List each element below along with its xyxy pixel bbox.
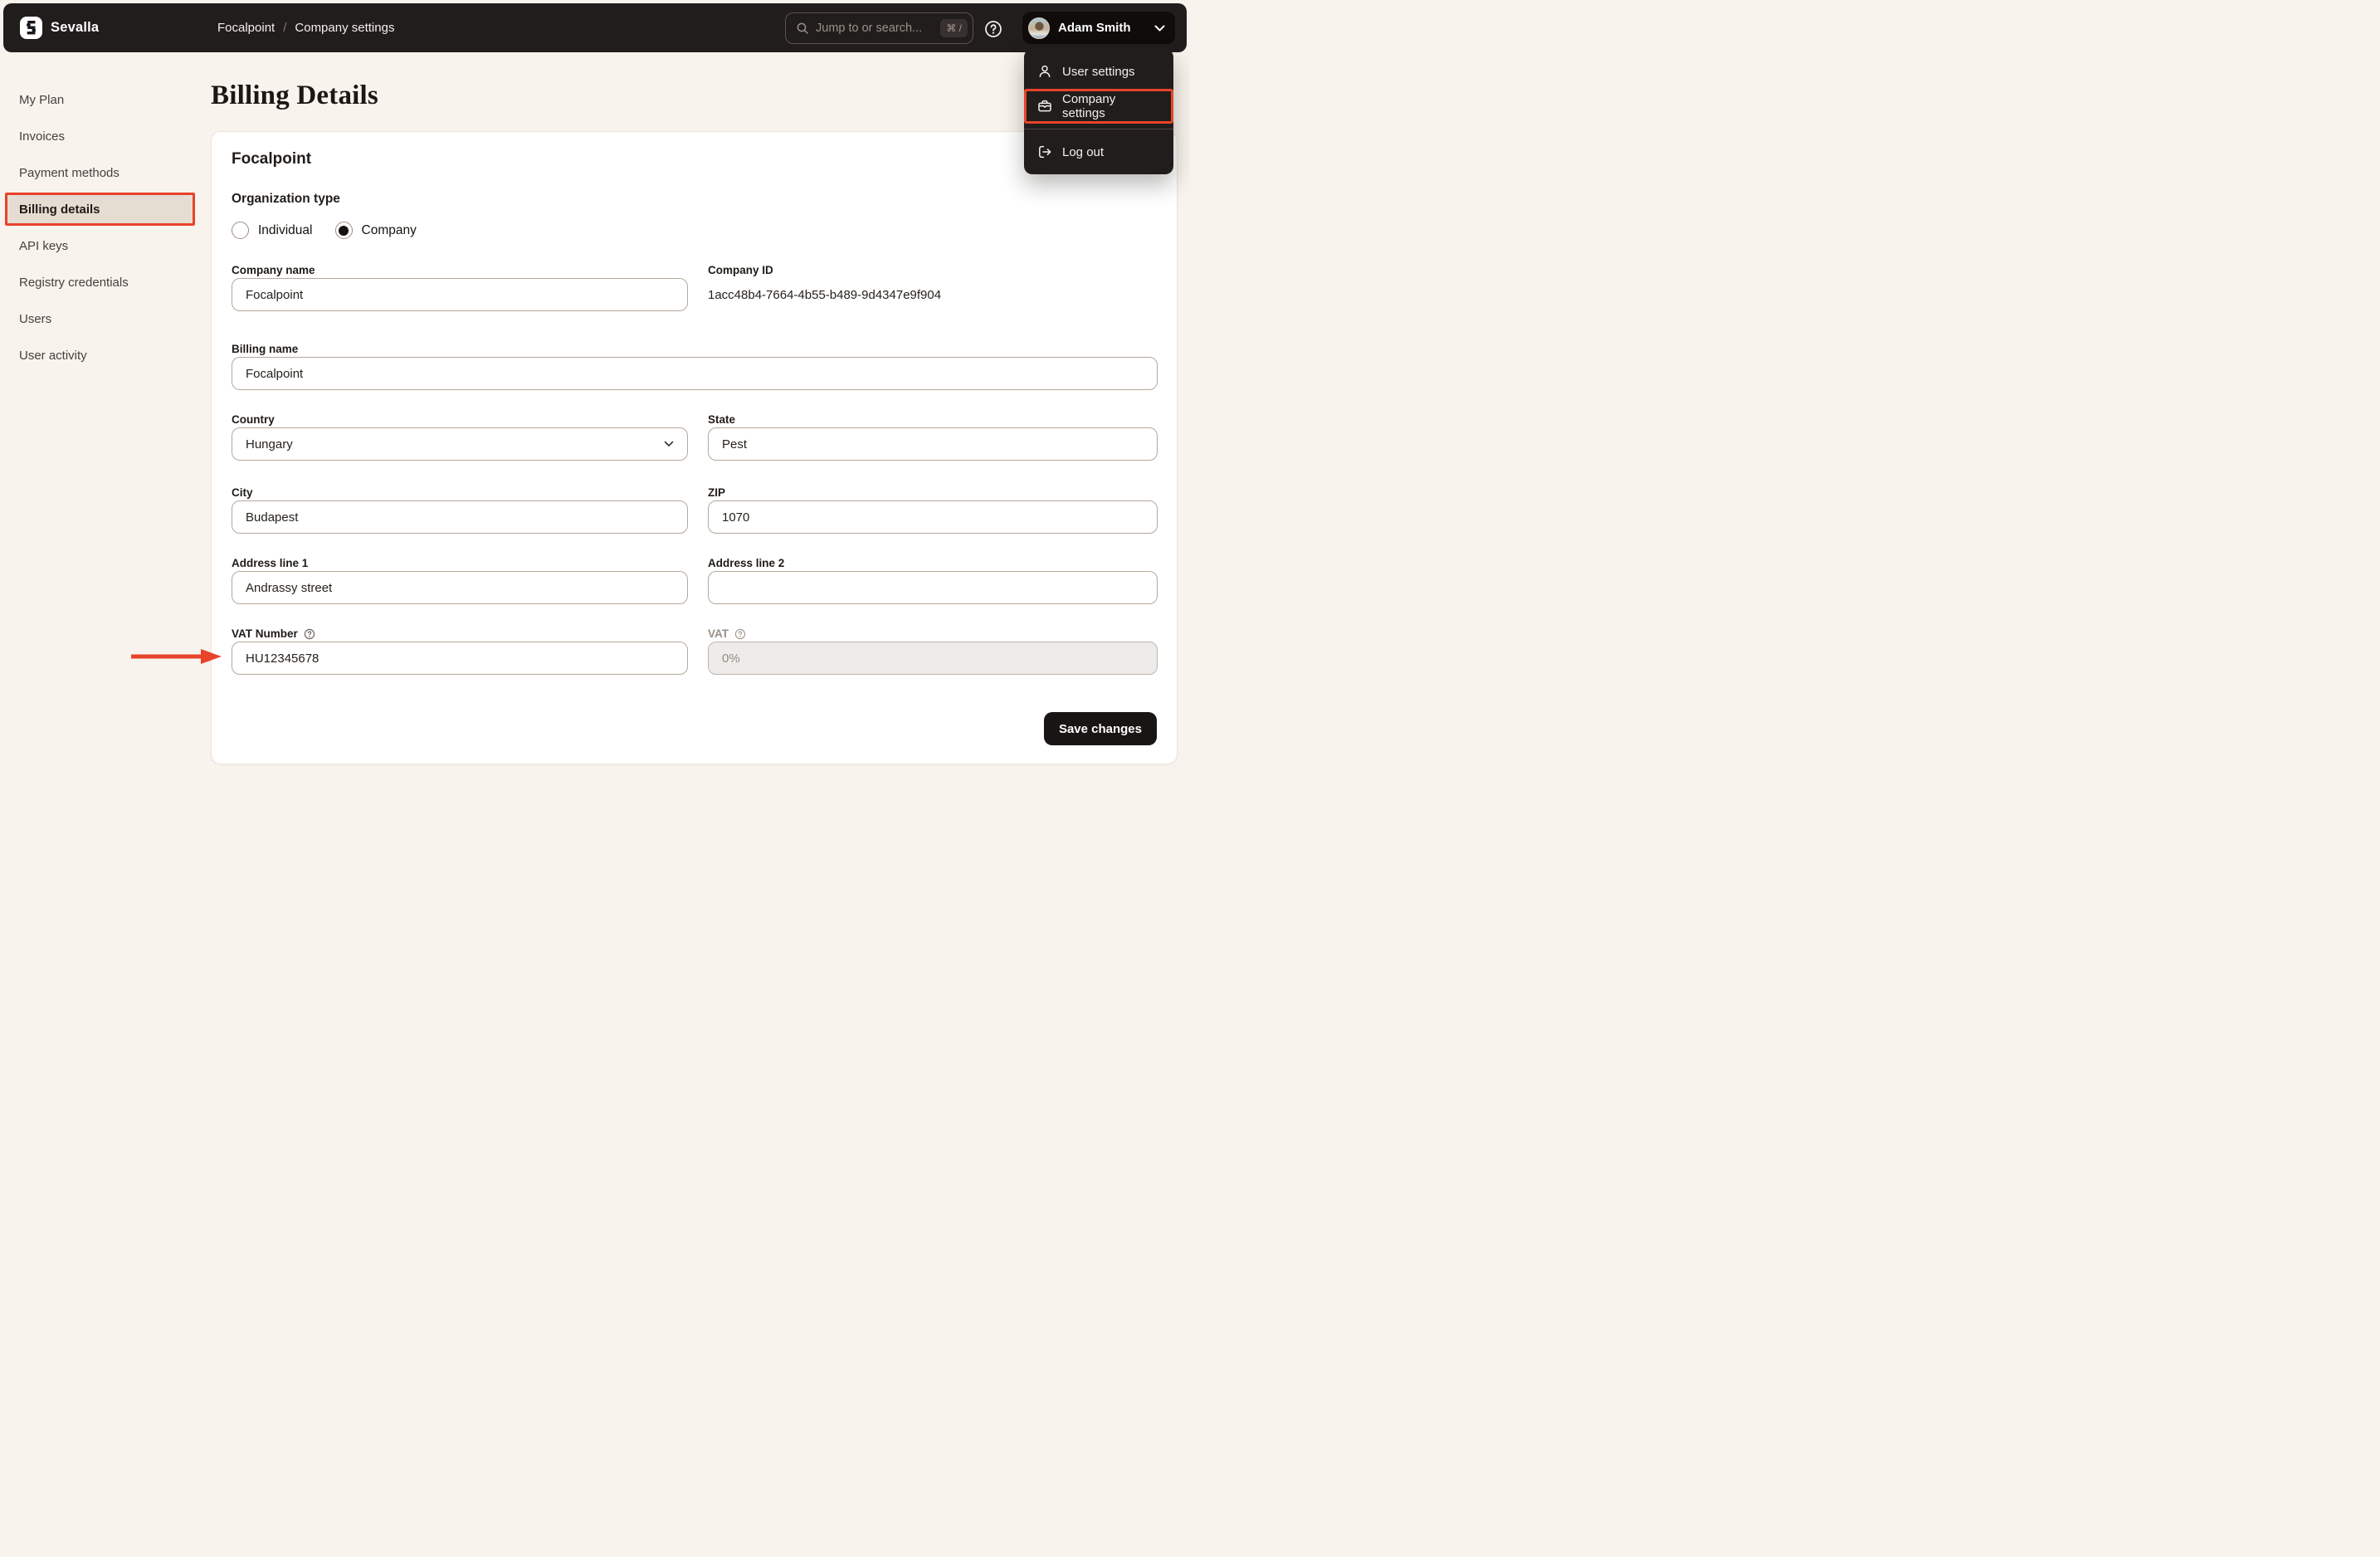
chevron-down-icon <box>664 441 674 447</box>
menu-item-label: Log out <box>1062 144 1105 159</box>
sevalla-logo-icon <box>20 17 42 39</box>
topbar: Sevalla Focalpoint / Company settings Ju… <box>3 3 1187 52</box>
country-select[interactable]: Hungary <box>232 427 688 461</box>
sidebar-item-user-activity[interactable]: User activity <box>5 339 195 372</box>
breadcrumb-separator: / <box>283 21 287 35</box>
briefcase-icon <box>1038 100 1051 112</box>
breadcrumb-parent[interactable]: Focalpoint <box>217 21 275 35</box>
search-placeholder: Jump to or search... <box>816 22 923 35</box>
organization-type-radio-group: Individual Company <box>232 222 417 239</box>
organization-type-label: Organization type <box>232 192 340 206</box>
question-circle-icon[interactable] <box>734 628 746 640</box>
menu-item-log-out[interactable]: Log out <box>1024 134 1173 169</box>
address-line-2-input[interactable] <box>708 571 1158 604</box>
billing-details-page: Sevalla Focalpoint / Company settings Ju… <box>0 0 1190 778</box>
billing-name-input[interactable]: Focalpoint <box>232 357 1158 390</box>
radio-dot <box>339 225 349 236</box>
annotation-arrow-icon <box>131 649 222 664</box>
sidebar-item-payment-methods[interactable]: Payment methods <box>5 156 195 189</box>
radio-company[interactable]: Company <box>334 222 417 239</box>
save-changes-button[interactable]: Save changes <box>1043 712 1157 745</box>
search-shortcut-badge: ⌘ / <box>940 19 968 37</box>
billing-name-label: Billing name <box>232 343 299 355</box>
pixel-s-glyph <box>27 21 36 35</box>
brand-name: Sevalla <box>51 20 100 35</box>
company-id-value: 1acc48b4-7664-4b55-b489-9d4347e9f904 <box>708 288 942 302</box>
menu-item-label: Company settings <box>1062 92 1116 120</box>
address-line-1-input[interactable]: Andrassy street <box>232 571 688 604</box>
help-icon <box>985 21 1002 37</box>
radio-circle-checked <box>334 222 353 239</box>
address-line-2-label: Address line 2 <box>708 557 785 569</box>
user-menu-trigger[interactable]: Adam Smith <box>1022 12 1175 44</box>
zip-label: ZIP <box>708 486 726 499</box>
vat-number-input[interactable]: HU12345678 <box>232 642 688 675</box>
breadcrumb: Focalpoint / Company settings <box>217 3 394 52</box>
state-label: State <box>708 413 736 426</box>
address-line-1-label: Address line 1 <box>232 557 309 569</box>
sidebar-item-my-plan[interactable]: My Plan <box>5 83 195 116</box>
user-icon <box>1039 65 1051 77</box>
question-circle-icon[interactable] <box>304 628 315 640</box>
radio-label: Company <box>361 222 417 237</box>
menu-item-label: User settings <box>1062 64 1135 79</box>
radio-circle-unchecked <box>232 222 249 239</box>
sidebar-item-users[interactable]: Users <box>5 302 195 335</box>
sidebar-item-api-keys[interactable]: API keys <box>5 229 195 262</box>
billing-details-card: Focalpoint Organization type Individual … <box>211 131 1178 764</box>
vat-input-disabled: 0% <box>708 642 1158 675</box>
avatar <box>1028 17 1050 39</box>
sidebar-item-billing-details[interactable]: Billing details <box>5 193 195 226</box>
help-button[interactable] <box>984 20 1002 38</box>
vat-number-label-text: VAT Number <box>232 627 298 640</box>
zip-input[interactable]: 1070 <box>708 500 1158 534</box>
company-name-label: Company name <box>232 264 315 276</box>
country-value: Hungary <box>246 437 293 451</box>
brand[interactable]: Sevalla <box>20 3 99 52</box>
search-input[interactable]: Jump to or search... ⌘ / <box>785 12 973 44</box>
chevron-down-icon <box>1154 25 1165 31</box>
vat-label: VAT <box>708 627 1158 640</box>
radio-label: Individual <box>258 222 313 237</box>
logout-icon <box>1039 145 1051 159</box>
menu-item-user-settings[interactable]: User settings <box>1024 54 1173 89</box>
sidebar-item-invoices[interactable]: Invoices <box>5 120 195 153</box>
sidebar: My Plan Invoices Payment methods Billing… <box>0 83 212 375</box>
city-input[interactable]: Budapest <box>232 500 688 534</box>
city-label: City <box>232 486 253 499</box>
company-title: Focalpoint <box>232 150 312 168</box>
vat-number-label: VAT Number <box>232 627 688 640</box>
country-label: Country <box>232 413 275 426</box>
search-icon <box>797 22 808 34</box>
vat-label-text: VAT <box>708 627 729 640</box>
menu-item-company-settings[interactable]: Company settings <box>1024 89 1173 124</box>
company-name-input[interactable]: Focalpoint <box>232 278 688 311</box>
radio-individual[interactable]: Individual <box>232 222 313 239</box>
user-name: Adam Smith <box>1058 21 1131 35</box>
sidebar-item-registry-credentials[interactable]: Registry credentials <box>5 266 195 299</box>
page-title: Billing Details <box>211 81 378 110</box>
breadcrumb-current[interactable]: Company settings <box>295 21 394 35</box>
user-dropdown-menu: User settings Company settings Log out <box>1024 49 1173 174</box>
company-id-label: Company ID <box>708 264 773 276</box>
state-input[interactable]: Pest <box>708 427 1158 461</box>
